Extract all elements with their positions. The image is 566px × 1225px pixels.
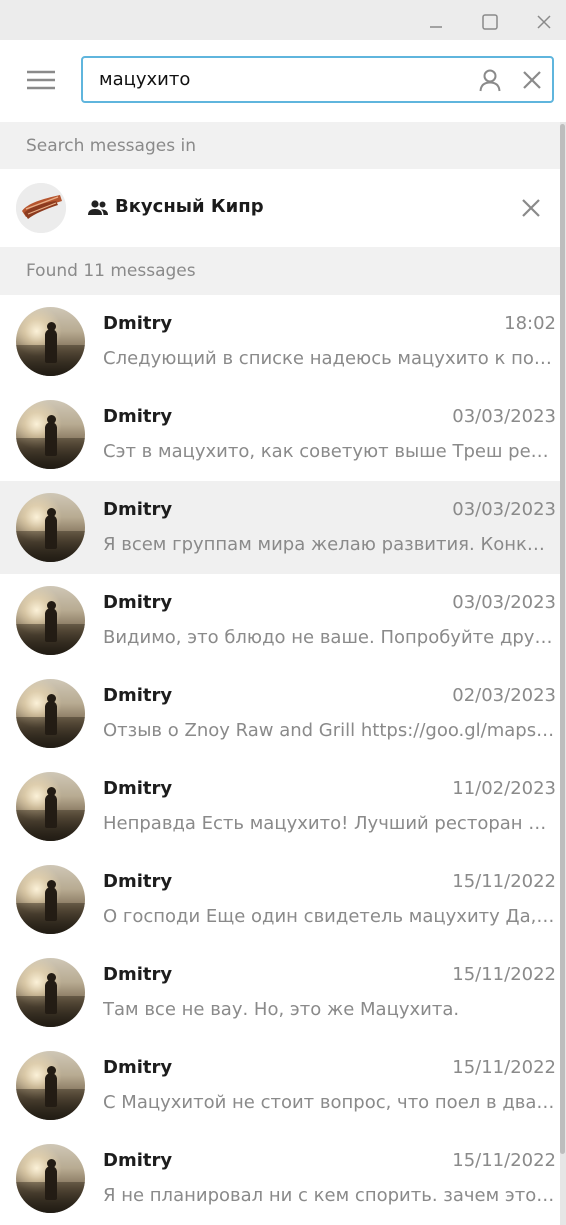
message-date: 15/11/2022 — [452, 964, 556, 985]
search-results-list: Dmitry 18:02 Следующий в списке надеюсь ма… — [0, 295, 560, 1225]
found-count-header: Found 11 messages — [0, 247, 560, 295]
sender-name: Dmitry — [103, 778, 173, 799]
message-date: 15/11/2022 — [452, 871, 556, 892]
sender-name: Dmitry — [103, 685, 173, 706]
search-result-item[interactable]: Dmitry 18:02 Следующий в списке надеюсь ма… — [0, 295, 560, 388]
message-date: 03/03/2023 — [452, 406, 556, 427]
menu-button[interactable] — [18, 60, 64, 100]
avatar — [16, 493, 85, 562]
message-snippet: Отзыв о Znoy Raw and Grill https://goo.g… — [103, 720, 556, 741]
chat-avatar — [16, 183, 66, 233]
avatar — [16, 1144, 85, 1213]
message-snippet: Следующий в списке надеюсь мацухито к по… — [103, 348, 556, 369]
remove-chat-filter-button[interactable] — [518, 195, 544, 221]
group-icon — [88, 200, 108, 215]
message-snippet: Там все не вау. Но, это же Мацухита. — [103, 999, 460, 1020]
avatar — [16, 586, 85, 655]
sender-name: Dmitry — [103, 406, 173, 427]
avatar — [16, 1051, 85, 1120]
avatar — [16, 307, 85, 376]
sender-name: Dmitry — [103, 313, 173, 334]
search-result-item[interactable]: Dmitry 11/02/2023 Неправда Есть мацухито! … — [0, 760, 560, 853]
search-by-user-button[interactable] — [477, 67, 503, 93]
close-icon — [523, 71, 541, 89]
search-result-item[interactable]: Dmitry 03/03/2023 Видимо, это блюдо не ваш… — [0, 574, 560, 667]
sender-name: Dmitry — [103, 592, 173, 613]
clear-search-button[interactable] — [519, 67, 545, 93]
search-field[interactable] — [81, 56, 554, 103]
search-in-chat: Вкусный Кипр — [0, 169, 560, 247]
sender-name: Dmitry — [103, 1057, 173, 1078]
message-snippet: Я всем группам мира желаю развития. Конк… — [103, 534, 556, 555]
search-result-item[interactable]: Dmitry 15/11/2022 О господи Еще один свиде… — [0, 853, 560, 946]
search-header — [0, 40, 566, 122]
chat-name: Вкусный Кипр — [115, 196, 264, 217]
message-snippet: С Мацухитой не стоит вопрос, что поел в … — [103, 1092, 556, 1113]
user-icon — [479, 69, 501, 92]
maximize-icon — [482, 14, 498, 30]
avatar — [16, 679, 85, 748]
message-date: 03/03/2023 — [452, 499, 556, 520]
message-date: 03/03/2023 — [452, 592, 556, 613]
close-icon — [522, 199, 540, 217]
minimize-button[interactable] — [416, 4, 456, 40]
hamburger-menu-icon — [27, 70, 55, 90]
minimize-icon — [430, 26, 442, 28]
sender-name: Dmitry — [103, 499, 173, 520]
maximize-button[interactable] — [470, 4, 510, 40]
message-date: 11/02/2023 — [452, 778, 556, 799]
sender-name: Dmitry — [103, 964, 173, 985]
message-snippet: Видимо, это блюдо не ваше. Попробуйте др… — [103, 627, 556, 648]
title-bar — [0, 0, 566, 40]
scrollbar-thumb[interactable] — [560, 124, 565, 1154]
message-date: 15/11/2022 — [452, 1057, 556, 1078]
avatar — [16, 400, 85, 469]
search-result-item[interactable]: Dmitry 15/11/2022 Я не планировал ни с кем… — [0, 1132, 560, 1225]
search-result-item[interactable]: Dmitry 15/11/2022 С Мацухитой не стоит воп… — [0, 1039, 560, 1132]
message-snippet: О господи Еще один свидетель мацухиту Да… — [103, 906, 556, 927]
close-icon — [537, 15, 551, 29]
avatar — [16, 772, 85, 841]
message-date: 18:02 — [504, 313, 556, 334]
food-icon — [16, 183, 66, 233]
sender-name: Dmitry — [103, 871, 173, 892]
search-in-header: Search messages in — [0, 122, 560, 170]
avatar — [16, 865, 85, 934]
avatar — [16, 958, 85, 1027]
message-date: 15/11/2022 — [452, 1150, 556, 1171]
search-result-item[interactable]: Dmitry 15/11/2022 Там все не вау. Но, это … — [0, 946, 560, 1039]
sender-name: Dmitry — [103, 1150, 173, 1171]
message-snippet: Сэт в мацухито, как советуют выше Треш р… — [103, 441, 556, 462]
search-input[interactable] — [99, 58, 459, 101]
search-result-item[interactable]: Dmitry 03/03/2023 Я всем группам мира жела… — [0, 481, 560, 574]
search-result-item[interactable]: Dmitry 03/03/2023 Сэт в мацухито, как сове… — [0, 388, 560, 481]
close-window-button[interactable] — [524, 4, 564, 40]
message-date: 02/03/2023 — [452, 685, 556, 706]
message-snippet: Неправда Есть мацухито! Лучший ресторан … — [103, 813, 556, 834]
message-snippet: Я не планировал ни с кем спорить. зачем … — [103, 1185, 556, 1206]
search-result-item[interactable]: Dmitry 02/03/2023 Отзыв о Znoy Raw and Gri… — [0, 667, 560, 760]
